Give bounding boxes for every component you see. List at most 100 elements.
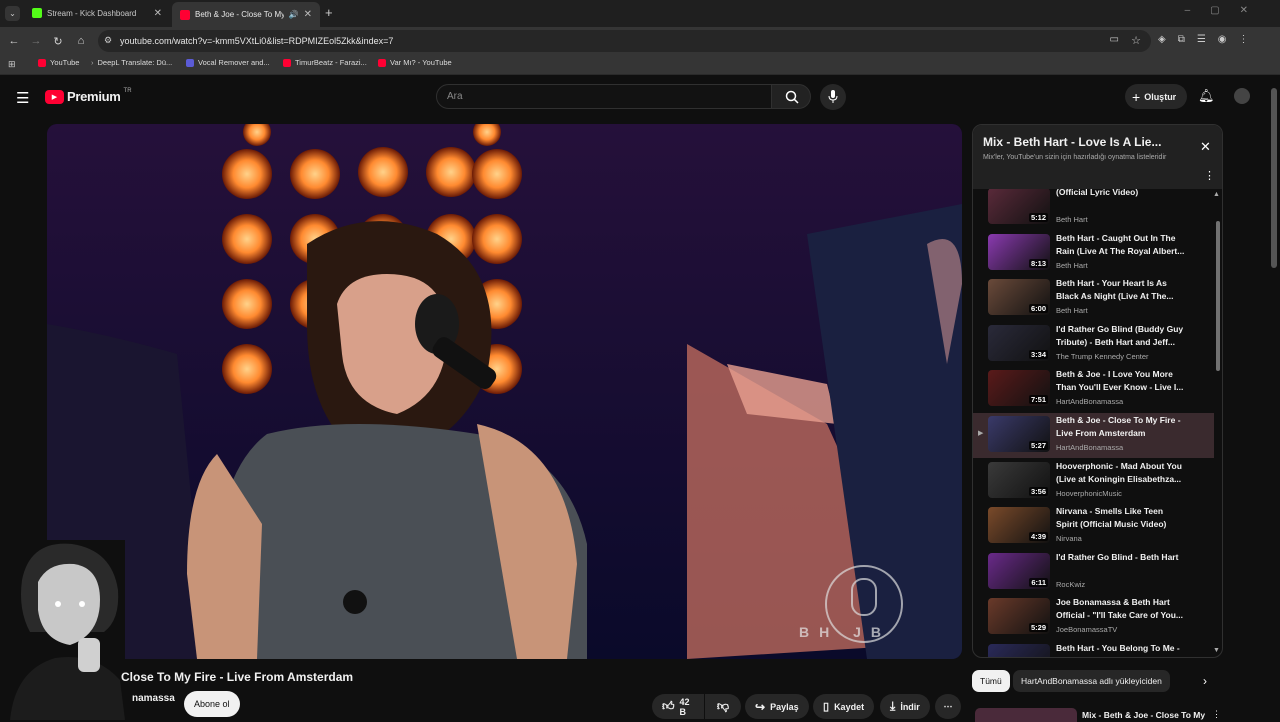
playlist-item-channel: The Trump Kennedy Center	[1056, 351, 1149, 361]
video-duration: 5:27	[1028, 441, 1048, 450]
video-duration: 8:13	[1028, 258, 1048, 268]
menu-icon[interactable]: ☰	[16, 89, 29, 107]
chips-next-icon[interactable]: ›	[1203, 674, 1207, 688]
playlist-list: 5:12 (Official Lyric Video) Beth Hart 8:13 B…	[973, 189, 1222, 657]
logo-region: TR	[123, 87, 132, 94]
recommended-menu-icon[interactable]: ⋮	[1212, 709, 1221, 720]
new-tab-button[interactable]: +	[325, 5, 333, 20]
playlist-item[interactable]: 5:12 (Official Lyric Video) Beth Hart	[973, 189, 1214, 230]
playlist-item[interactable]: 3:34 I'd Rather Go Blind (Buddy Guy Tribu…	[973, 322, 1214, 367]
voice-search-button[interactable]	[820, 84, 846, 110]
youtube-logo[interactable]: ▶ Premium TR	[45, 87, 132, 104]
playlist-scrollbar[interactable]	[1216, 221, 1220, 371]
browser-tab[interactable]: Stream - Kick Dashboard ✕	[24, 2, 170, 24]
bookmark-item[interactable]: YouTube	[38, 58, 79, 67]
video-frame	[47, 124, 962, 659]
deepl-icon: ›	[91, 58, 94, 67]
apps-icon[interactable]: ⊞	[8, 59, 16, 70]
back-button[interactable]: ←	[6, 33, 22, 49]
video-duration: 6:00	[1028, 304, 1048, 314]
playlist-item[interactable]: 5:29 Joe Bonamassa & Beth Hart Official -…	[973, 595, 1214, 640]
site-info-icon[interactable]: ⚙	[104, 35, 112, 46]
close-icon[interactable]: ✕	[1200, 139, 1211, 155]
youtube-icon	[283, 58, 291, 67]
playlist-item-channel: Beth Hart	[1056, 215, 1088, 224]
like-count: 42 B	[679, 696, 690, 717]
save-button[interactable]: ▯ Kaydet	[813, 694, 875, 719]
youtube-icon	[38, 58, 46, 67]
playlist-item-channel: HartAndBonamassa	[1056, 443, 1124, 452]
search-input[interactable]: Ara	[436, 84, 772, 109]
playlist-item-title: I'd Rather Go Blind (Buddy Guy Tribute) …	[1056, 323, 1184, 347]
browser-tab-active[interactable]: Beth & Joe - Close To My Fi 🔊 ✕	[172, 2, 320, 27]
video-title: Close To My Fire - Live From Amsterdam	[121, 670, 354, 684]
bookmark-item[interactable]: TimurBeatz - Farazi...	[283, 58, 367, 67]
playlist-item[interactable]: 3:56 Hooverphonic - Mad About You (Live a…	[973, 459, 1214, 504]
extension-icons[interactable]: ◈⧉☰◉⋮	[1158, 34, 1261, 45]
video-duration: 5:29	[1028, 623, 1048, 633]
share-icon: ↪	[755, 699, 766, 714]
share-button[interactable]: ↪ Paylaş	[745, 694, 809, 719]
avatar[interactable]	[1234, 88, 1250, 104]
more-actions-button[interactable]: ⋯	[935, 694, 961, 719]
bookmark-item[interactable]: › DeepL Translate: Dü...	[91, 58, 172, 67]
playlist-item[interactable]: 7:12 Beth Hart - You Belong To Me - 2/9/1…	[973, 641, 1214, 657]
playlist-menu-icon[interactable]: ⋮	[1204, 169, 1215, 182]
chip-uploader[interactable]: HartAndBonamassa adlı yükleyiciden	[1013, 670, 1170, 692]
playlist-item[interactable]: 6:11 I'd Rather Go Blind - Beth Hart RocKw…	[973, 550, 1214, 595]
reload-button[interactable]: ↻	[50, 33, 66, 49]
playlist-thumbnail: 7:51	[988, 370, 1050, 407]
tab-title: Beth & Joe - Close To My Fi	[195, 10, 284, 19]
dislike-button[interactable]: 👎︎	[705, 694, 741, 719]
subscribe-button[interactable]: Abone ol	[184, 691, 240, 717]
channel-name[interactable]: namassa	[132, 693, 175, 704]
forward-button[interactable]: →	[28, 33, 44, 49]
playlist-thumbnail: 3:34	[988, 324, 1050, 361]
bookmarks-bar: ⊞ YouTube › DeepL Translate: Dü... Vocal …	[0, 55, 1280, 75]
playlist-item[interactable]: 6:00 Beth Hart - Your Heart Is As Black A…	[973, 276, 1214, 321]
youtube-icon	[180, 9, 190, 20]
close-icon[interactable]: ✕	[154, 8, 162, 19]
playlist-title[interactable]: Mix - Beth Hart - Love Is A Lie...	[983, 135, 1161, 149]
scroll-down-icon[interactable]: ▼	[1213, 647, 1220, 654]
playlist-subtitle: Mix'ler, YouTube'un sizin için hazırladı…	[983, 154, 1167, 161]
speaker-icon[interactable]: 🔊	[289, 10, 299, 19]
kick-icon	[32, 8, 42, 18]
scroll-up-icon[interactable]: ▲	[1213, 191, 1220, 198]
playlist-item-channel: Nirvana	[1056, 534, 1082, 544]
close-icon[interactable]: ✕	[304, 9, 312, 20]
chip-all[interactable]: Tümü	[972, 670, 1010, 692]
search-button[interactable]	[771, 84, 811, 109]
search-placeholder: Ara	[447, 91, 463, 102]
playlist-item-title: Beth Hart - Your Heart Is As Black As Ni…	[1056, 278, 1174, 302]
microphone-icon	[828, 90, 838, 103]
playlist-thumbnail: 4:39	[988, 507, 1050, 544]
playlist-item[interactable]: 8:13 Beth Hart - Caught Out In The Rain (…	[973, 231, 1214, 276]
playlist-thumbnail: 7:12	[988, 644, 1050, 657]
tab-list-button[interactable]: ⌄	[5, 6, 20, 21]
playlist-item-title: Nirvana - Smells Like Teen Spirit (Offic…	[1056, 506, 1167, 530]
bookmark-item[interactable]: Vocal Remover and...	[186, 58, 270, 67]
video-player[interactable]: BH JB	[47, 124, 962, 659]
cast-icon[interactable]: ▭	[1110, 34, 1119, 45]
video-duration: 6:11	[1029, 577, 1048, 587]
page-scrollbar[interactable]	[1271, 88, 1277, 268]
create-button[interactable]: + Oluştur	[1125, 84, 1187, 109]
playlist-item-current[interactable]: ▶ 5:27 Beth & Joe - Close To My Fire - Liv…	[973, 413, 1214, 458]
home-button[interactable]: ⌂	[73, 33, 89, 49]
recommended-item[interactable]: Mix - Beth & Joe - Close To My ⋮	[972, 706, 1223, 722]
download-button[interactable]: ⤓ İndir	[880, 694, 930, 719]
playlist-item[interactable]: 4:39 Nirvana - Smells Like Teen Spirit (O…	[973, 504, 1214, 549]
playlist-item[interactable]: 7:51 Beth & Joe - I Love You More Than Yo…	[973, 367, 1214, 412]
like-button[interactable]: 👍︎ 42 B	[652, 694, 704, 719]
bookmark-star-icon[interactable]: ☆	[1131, 34, 1141, 47]
playlist-item-channel: Beth Hart	[1056, 260, 1088, 270]
download-icon: ⤓	[890, 699, 896, 713]
notifications-bell-icon[interactable]: 🔔︎	[1198, 88, 1215, 104]
url-text: youtube.com/watch?v=-kmm5VXtLi0&list=RDP…	[120, 36, 394, 46]
url-field[interactable]: ⚙ youtube.com/watch?v=-kmm5VXtLi0&list=R…	[98, 30, 1151, 52]
bookmark-item[interactable]: Var Mı? - YouTube	[378, 58, 452, 67]
playlist-item-channel: HartAndBonamassa	[1056, 397, 1124, 407]
playlist-thumbnail: 5:12	[988, 189, 1050, 224]
playlist-item-channel: HooverphonicMusic	[1056, 488, 1122, 498]
